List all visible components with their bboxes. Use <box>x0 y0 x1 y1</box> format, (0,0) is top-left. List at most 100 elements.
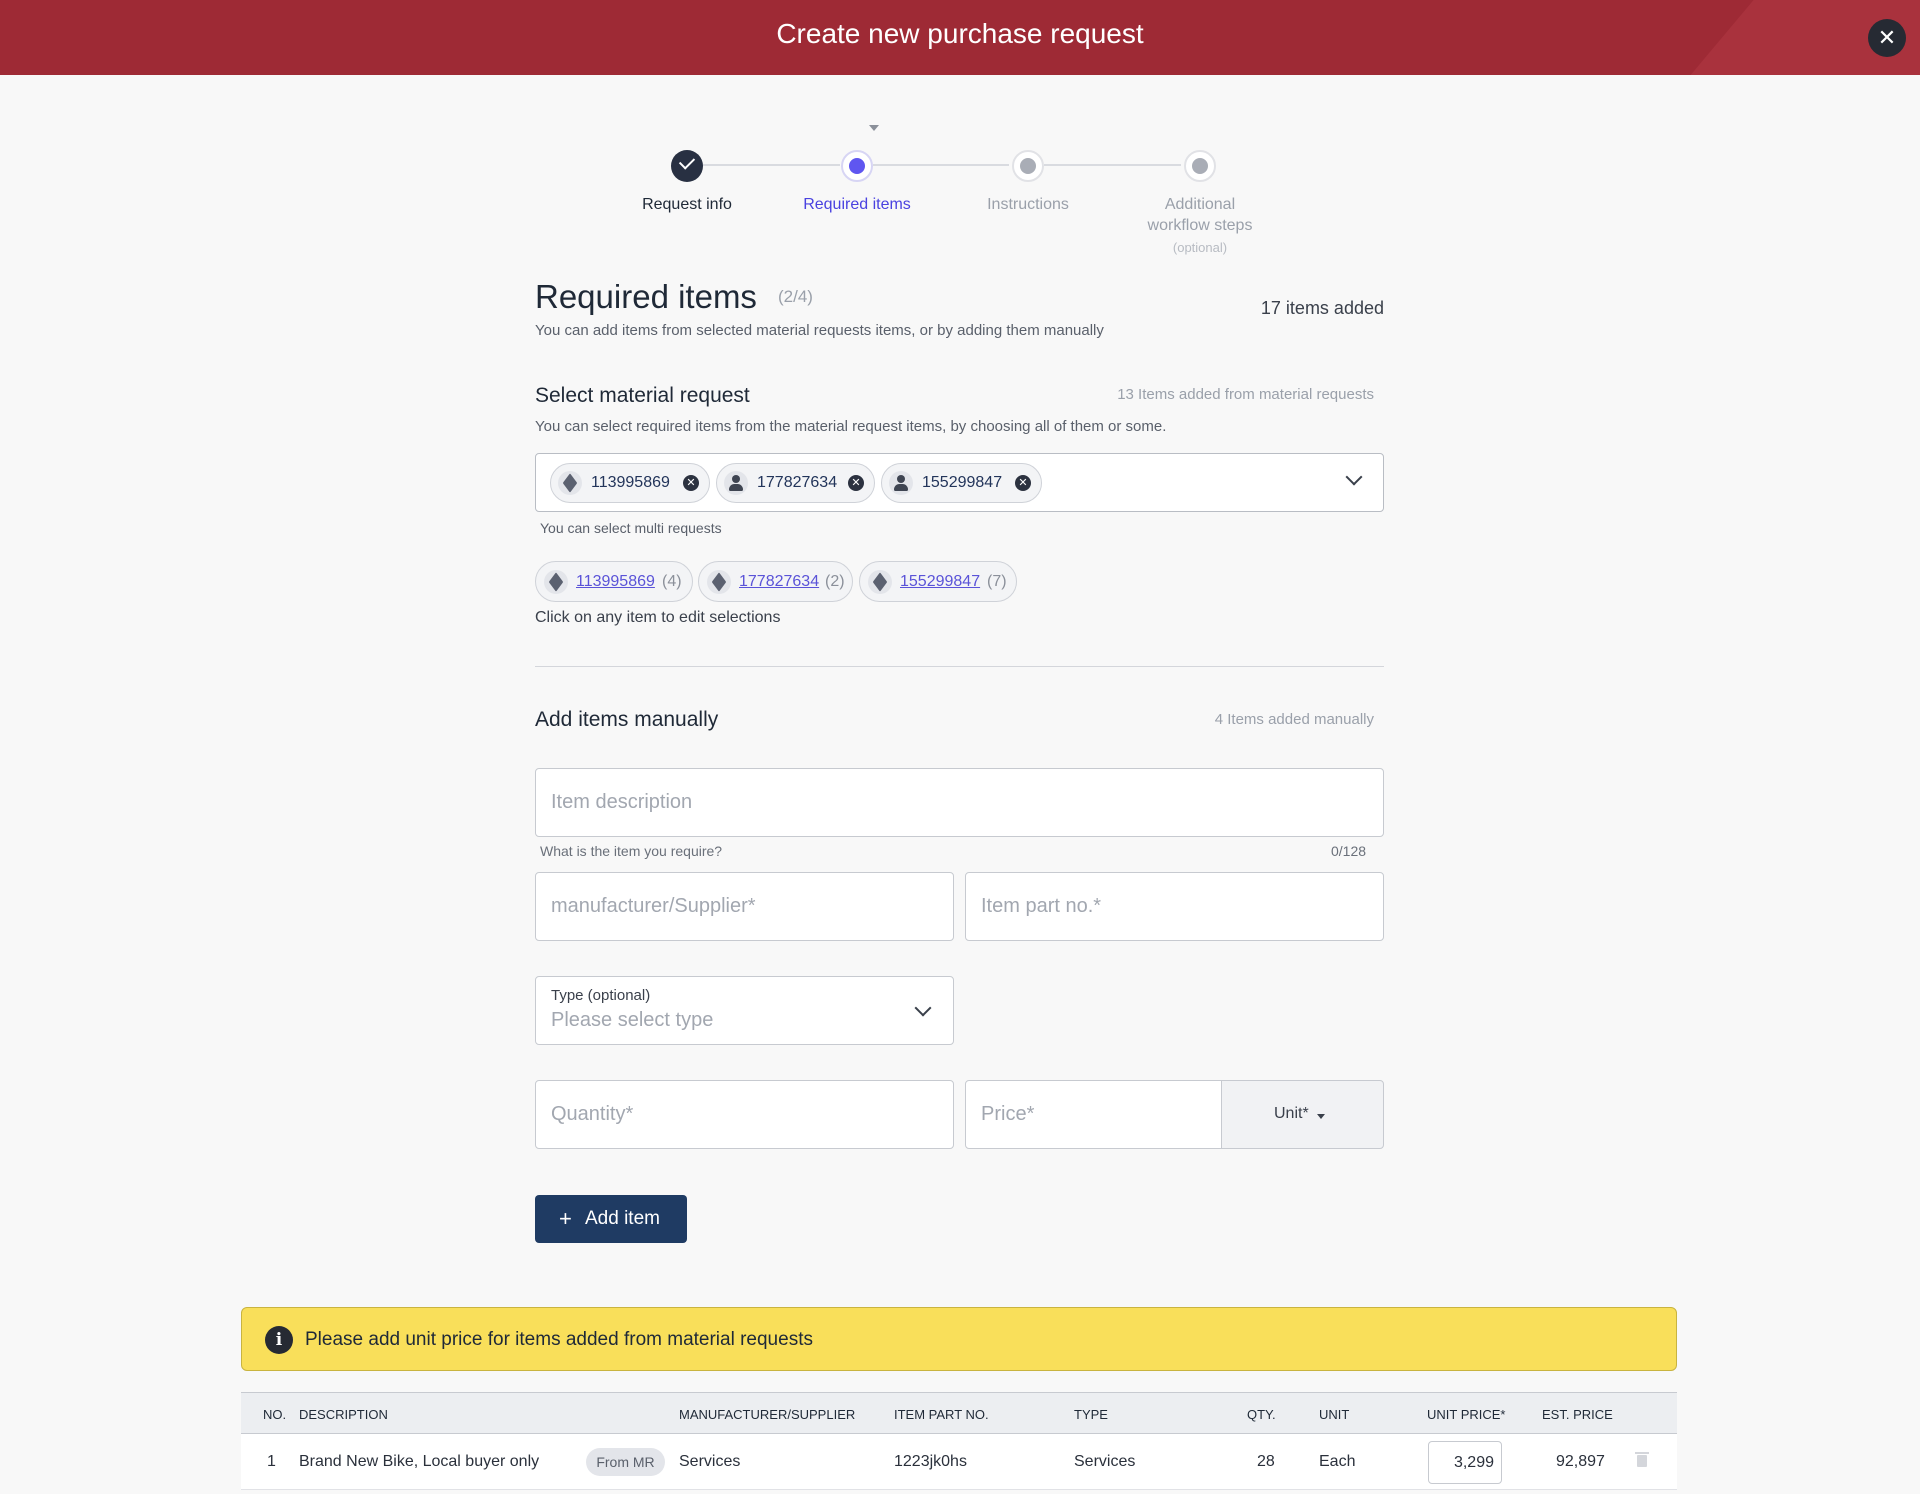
placeholder: Please select type <box>551 1009 714 1031</box>
section-divider <box>535 666 1384 667</box>
column-header: DESCRIPTION <box>299 1407 388 1422</box>
step-label: Required items <box>803 196 911 213</box>
column-header: TYPE <box>1074 1407 1108 1422</box>
step-required-items[interactable]: Required items <box>757 150 957 215</box>
selected-request-link[interactable]: 177827634 (2) <box>698 561 853 602</box>
request-link[interactable]: 177827634 <box>739 573 819 591</box>
placeholder: Quantity* <box>551 1103 634 1125</box>
column-header: UNIT PRICE* <box>1427 1407 1506 1422</box>
info-icon: i <box>265 1326 293 1354</box>
manual-items-title: Add items manually <box>535 708 719 731</box>
unit-price-warning: i Please add unit price for items added … <box>241 1307 1677 1371</box>
price-input[interactable]: Price* <box>965 1080 1223 1149</box>
pending-step-icon <box>1012 150 1044 182</box>
warning-text: Please add unit price for items added fr… <box>305 1329 813 1350</box>
page-subtitle: You can add items from selected material… <box>535 322 1104 339</box>
material-request-count: 13 Items added from material requests <box>1117 386 1374 403</box>
selected-request-link[interactable]: 113995869 (4) <box>535 561 693 602</box>
request-item-count: (4) <box>662 573 682 590</box>
selected-request-chip[interactable]: 113995869 ✕ <box>550 463 710 503</box>
package-icon <box>544 570 568 594</box>
items-table-header: NO. DESCRIPTION MANUFACTURER/SUPPLIER IT… <box>241 1392 1677 1434</box>
stepper: Request info Required items Instructions… <box>600 120 1320 270</box>
modal-header: Create new purchase request ✕ <box>0 0 1920 75</box>
column-header: UNIT <box>1319 1407 1350 1422</box>
person-icon <box>889 471 913 495</box>
placeholder: Price* <box>981 1103 1035 1125</box>
active-step-icon <box>841 150 873 182</box>
step-optional-note: (optional) <box>1172 240 1228 255</box>
remove-chip-icon[interactable]: ✕ <box>848 475 864 491</box>
placeholder: manufacturer/Supplier* <box>551 895 756 917</box>
row-unit: Each <box>1319 1453 1356 1470</box>
material-request-description: You can select required items from the m… <box>535 418 1167 435</box>
quantity-input[interactable]: Quantity* <box>535 1080 954 1149</box>
step-count: (2/4) <box>778 287 813 306</box>
part-number-input[interactable]: Item part no.* <box>965 872 1384 941</box>
page-title: Required items <box>535 278 757 315</box>
person-icon <box>724 471 748 495</box>
step-additional-workflow[interactable]: Additional workflow steps (optional) <box>1100 150 1300 255</box>
step-label: Additional workflow steps <box>1147 196 1253 234</box>
pending-step-icon <box>1184 150 1216 182</box>
row-est-price: 92,897 <box>1556 1453 1605 1470</box>
add-item-label: Add item <box>585 1208 660 1229</box>
placeholder: Item part no.* <box>981 895 1102 917</box>
description-helper: What is the item you require? <box>540 843 723 859</box>
caret-down-icon <box>1317 1114 1325 1119</box>
row-manufacturer: Services <box>679 1453 741 1470</box>
package-icon <box>558 471 582 495</box>
modal-title: Create new purchase request <box>776 18 1144 49</box>
request-item-count: (7) <box>987 573 1007 590</box>
item-description-input[interactable]: Item description <box>535 768 1384 837</box>
selected-request-link[interactable]: 155299847 (7) <box>859 561 1017 602</box>
items-added-count: 17 items added <box>1260 298 1384 318</box>
type-select[interactable]: Type (optional) Please select type <box>535 976 954 1045</box>
from-mr-badge: From MR <box>586 1448 665 1476</box>
current-step-caret-icon <box>869 125 879 131</box>
material-request-title: Select material request <box>535 384 750 407</box>
multi-request-helper: You can select multi requests <box>540 520 722 536</box>
column-header: NO. <box>263 1407 287 1422</box>
request-item-count: (2) <box>825 573 845 590</box>
selected-request-chip[interactable]: 177827634 ✕ <box>716 463 875 503</box>
material-request-select[interactable]: 113995869 ✕ 177827634 ✕ 155299847 ✕ <box>535 453 1384 512</box>
selected-request-chip[interactable]: 155299847 ✕ <box>881 463 1042 503</box>
request-link[interactable]: 113995869 <box>576 573 655 591</box>
chevron-down-icon <box>914 999 932 1017</box>
column-header: QTY. <box>1247 1407 1276 1422</box>
row-quantity: 28 <box>1257 1453 1275 1470</box>
row-number: 1 <box>267 1453 276 1470</box>
step-instructions[interactable]: Instructions <box>928 150 1128 215</box>
trash-icon[interactable] <box>1635 1452 1649 1467</box>
edit-selection-hint: Click on any item to edit selections <box>535 609 781 626</box>
check-icon <box>671 150 703 182</box>
remove-chip-icon[interactable]: ✕ <box>1015 475 1031 491</box>
plus-icon: + <box>559 1206 572 1231</box>
character-counter: 0/128 <box>1331 843 1367 859</box>
manual-items-count: 4 Items added manually <box>1214 711 1374 728</box>
unit-select[interactable]: Unit* <box>1221 1080 1384 1149</box>
close-icon[interactable]: ✕ <box>1868 19 1906 57</box>
step-label: Instructions <box>987 196 1069 213</box>
chip-label: 155299847 <box>922 474 1003 491</box>
remove-chip-icon[interactable]: ✕ <box>683 475 699 491</box>
column-header: MANUFACTURER/SUPPLIER <box>679 1407 856 1422</box>
row-part-number: 1223jk0hs <box>894 1453 967 1470</box>
row-description: Brand New Bike, Local buyer only <box>299 1453 540 1470</box>
chevron-down-icon[interactable] <box>1345 468 1363 486</box>
request-link[interactable]: 155299847 <box>900 573 980 591</box>
chip-label: 177827634 <box>757 474 838 491</box>
column-header: EST. PRICE <box>1542 1407 1613 1422</box>
unit-price-value: 3,299 <box>1453 1454 1494 1471</box>
package-icon <box>868 570 892 594</box>
package-icon <box>707 570 731 594</box>
chip-label: 113995869 <box>591 474 670 491</box>
row-type: Services <box>1074 1453 1136 1470</box>
placeholder: Item description <box>551 791 693 813</box>
manufacturer-input[interactable]: manufacturer/Supplier* <box>535 872 954 941</box>
table-row: 1 Brand New Bike, Local buyer only From … <box>241 1434 1677 1490</box>
unit-price-input[interactable]: 3,299 <box>1428 1441 1502 1484</box>
add-item-button[interactable]: + Add item <box>535 1195 687 1243</box>
type-label: Type (optional) <box>551 987 651 1004</box>
